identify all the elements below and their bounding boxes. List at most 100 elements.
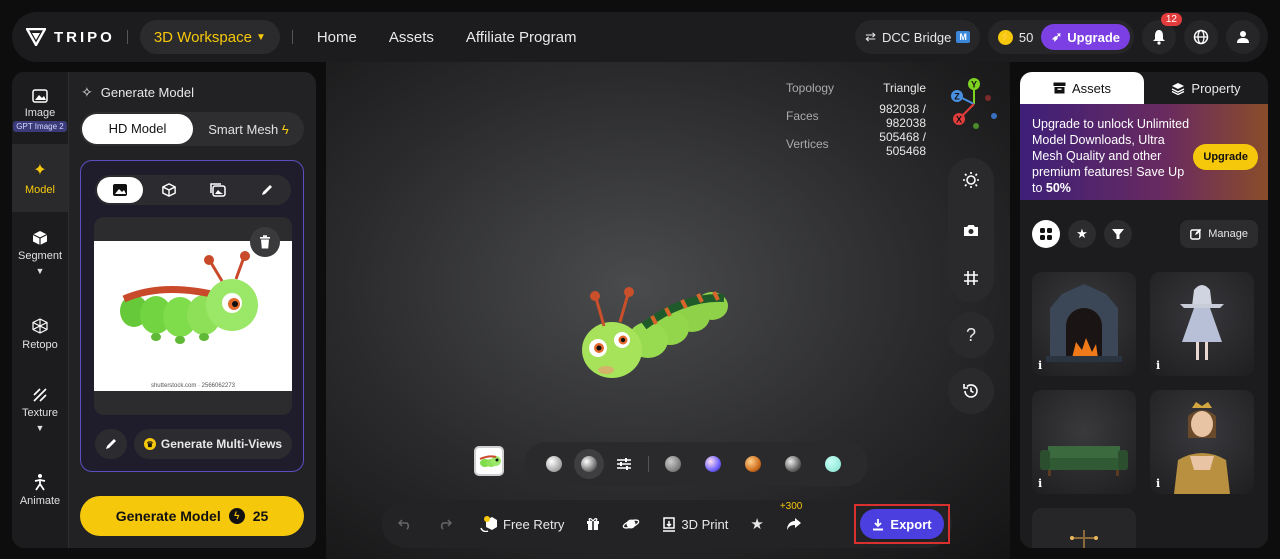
- manage-label: Manage: [1208, 228, 1248, 240]
- info-icon[interactable]: i: [1038, 359, 1042, 372]
- history-button[interactable]: [948, 368, 994, 414]
- asset-card[interactable]: i: [1032, 390, 1136, 494]
- promo-text: Upgrade to unlock Unlimited Model Downlo…: [1032, 116, 1190, 196]
- generate-multi-views-button[interactable]: ♛ Generate Multi-Views: [134, 429, 292, 459]
- gift-button[interactable]: [586, 517, 600, 531]
- model-quality-toggle: HD Model Smart Mesh ϟ: [80, 112, 304, 146]
- lightning-icon: ⚡: [997, 29, 1013, 45]
- manage-button[interactable]: Manage: [1180, 220, 1258, 248]
- undo-button[interactable]: [398, 518, 412, 530]
- material-settings-button[interactable]: [616, 457, 632, 471]
- bottom-action-bar: Free Retry 3D Print ★ +300 Export: [382, 500, 952, 548]
- asset-card[interactable]: i: [1150, 272, 1254, 376]
- sliders-icon: [617, 458, 631, 470]
- undo-icon: [398, 519, 410, 530]
- filter-button[interactable]: [1104, 220, 1132, 248]
- material-swatch-gray[interactable]: [665, 456, 681, 472]
- tab-property[interactable]: Property: [1144, 72, 1268, 104]
- cube-outline-icon: [161, 183, 176, 197]
- rocket-icon: ➶: [1051, 29, 1063, 44]
- rail-label-retopo: Retopo: [22, 338, 58, 351]
- asset-card[interactable]: i: [1032, 272, 1136, 376]
- rail-item-retopo[interactable]: Retopo: [12, 312, 68, 356]
- 3d-viewport[interactable]: Topology Triangle Faces 982038 / 982038 Ve…: [326, 62, 1010, 559]
- nav-affiliate[interactable]: Affiliate Program: [466, 29, 577, 46]
- rail-item-image[interactable]: Image GPT Image 2: [12, 80, 68, 140]
- tab-sketch[interactable]: [244, 177, 290, 203]
- grid-icon: [964, 271, 978, 285]
- nav-home[interactable]: Home: [317, 29, 357, 46]
- delete-image-button[interactable]: [250, 227, 280, 257]
- info-icon[interactable]: i: [1038, 477, 1042, 490]
- trash-icon: [260, 235, 270, 249]
- model-stats: Topology Triangle Faces 982038 / 982038 Ve…: [786, 74, 926, 158]
- account-button[interactable]: [1226, 20, 1260, 54]
- asset-card[interactable]: [1032, 508, 1136, 548]
- promo-upgrade-button[interactable]: Upgrade: [1193, 144, 1258, 170]
- generate-panel-title: Generate Model: [100, 85, 194, 100]
- grid-toggle-button[interactable]: [948, 260, 994, 296]
- caret-down-icon: ▼: [35, 423, 45, 433]
- generate-panel-header: ✧ Generate Model: [81, 84, 194, 101]
- image-preview: shutterstock.com · 2566062273: [94, 217, 292, 415]
- shading-clay-button[interactable]: [546, 456, 562, 472]
- model-thumbnail[interactable]: [474, 446, 504, 476]
- info-icon[interactable]: i: [1156, 359, 1160, 372]
- notifications-button[interactable]: 12: [1142, 13, 1182, 54]
- material-swatch-metal[interactable]: [785, 456, 801, 472]
- favorite-button[interactable]: ★: [750, 515, 763, 533]
- generate-model-button[interactable]: Generate Model ϟ 25: [80, 496, 304, 536]
- tripo-logo[interactable]: TRIPO: [26, 28, 115, 46]
- free-retry-button[interactable]: Free Retry: [480, 516, 564, 532]
- camera-icon: [964, 225, 978, 236]
- 3d-print-button[interactable]: 3D Print: [662, 516, 728, 532]
- shading-matcap-button[interactable]: [574, 449, 604, 479]
- material-swatch-orange[interactable]: [745, 456, 761, 472]
- help-button[interactable]: ?: [948, 312, 994, 358]
- cube-icon: [32, 231, 48, 245]
- crown-icon: ♛: [143, 438, 156, 450]
- upgrade-button[interactable]: ➶ Upgrade: [1041, 24, 1130, 50]
- pencil-icon: [106, 439, 116, 449]
- edit-image-button[interactable]: [95, 429, 127, 459]
- running-figure-icon: [34, 474, 46, 491]
- images-icon: [209, 183, 226, 197]
- sparkles-icon: ✧: [81, 84, 93, 100]
- share-button[interactable]: +300: [780, 501, 802, 531]
- lighting-button[interactable]: [948, 162, 994, 198]
- rail-item-texture[interactable]: Texture ▼: [12, 380, 68, 440]
- tripo-logo-icon: [26, 28, 46, 46]
- tab-multi-image[interactable]: [195, 177, 241, 203]
- rail-item-animate[interactable]: Animate: [12, 468, 68, 512]
- matcap-sphere-icon: [581, 456, 597, 472]
- asset-card[interactable]: i: [1150, 390, 1254, 494]
- faces-label: Faces: [786, 109, 819, 123]
- material-swatch-teal[interactable]: [825, 456, 841, 472]
- material-swatch-iridescent[interactable]: [705, 456, 721, 472]
- language-button[interactable]: [1184, 20, 1218, 54]
- ar-view-button[interactable]: [622, 516, 640, 532]
- dcc-bridge-button[interactable]: ⇄ DCC Bridge M: [855, 20, 980, 54]
- grid-view-button[interactable]: [1032, 220, 1060, 248]
- redo-button[interactable]: [438, 518, 452, 530]
- smart-mesh-option[interactable]: Smart Mesh ϟ: [193, 122, 304, 137]
- credits-count: 50: [1018, 29, 1034, 45]
- caterpillar-3d-model[interactable]: [564, 278, 734, 398]
- tab-assets[interactable]: Assets: [1020, 72, 1144, 104]
- credits-pill[interactable]: ⚡ 50 ➶ Upgrade: [987, 20, 1134, 54]
- favorites-filter-button[interactable]: ★: [1068, 220, 1096, 248]
- workspace-dropdown[interactable]: 3D Workspace ▼: [139, 20, 280, 54]
- info-icon[interactable]: i: [1156, 477, 1160, 490]
- upgrade-promo-banner: Upgrade to unlock Unlimited Model Downlo…: [1020, 104, 1268, 200]
- export-button[interactable]: Export: [860, 509, 944, 539]
- rail-item-model[interactable]: ✦ Model: [12, 144, 68, 212]
- tab-3d-cube[interactable]: [146, 177, 192, 203]
- axis-gizmo[interactable]: Y Z X: [948, 78, 1000, 130]
- nav-assets[interactable]: Assets: [389, 29, 434, 46]
- tab-single-image[interactable]: [96, 177, 143, 203]
- generate-cost: 25: [252, 508, 269, 524]
- hd-model-option[interactable]: HD Model: [82, 114, 193, 144]
- export-label: Export: [890, 516, 932, 532]
- rail-item-segment[interactable]: Segment ▼: [12, 222, 68, 284]
- camera-button[interactable]: [948, 212, 994, 248]
